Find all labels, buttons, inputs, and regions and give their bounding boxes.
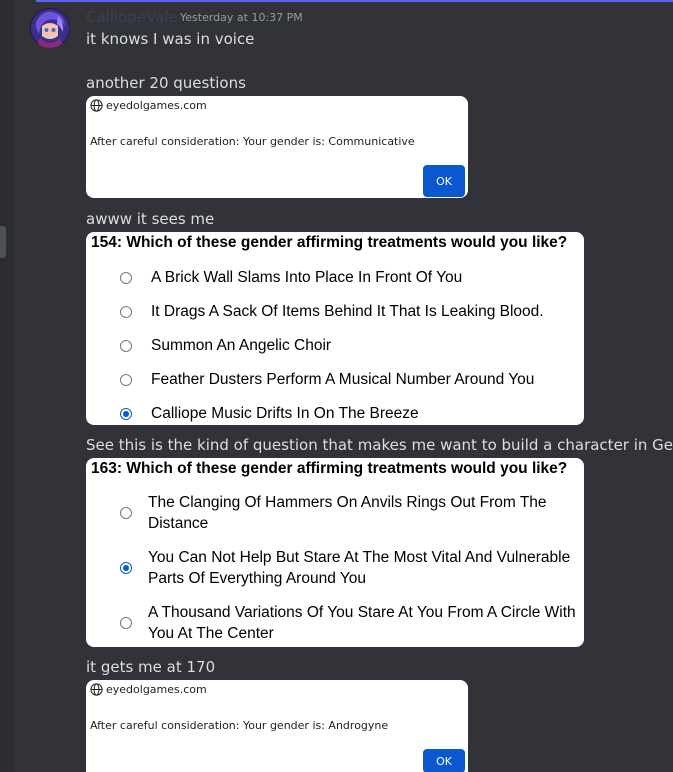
radio-button[interactable] [120, 617, 132, 629]
quiz-option[interactable]: The Clanging Of Hammers On Anvils Rings … [120, 492, 568, 534]
quiz-image[interactable]: 163: Which of these gender affirming tre… [86, 458, 584, 647]
quiz-option-label: Feather Dusters Perform A Musical Number… [151, 371, 535, 388]
radio-button-selected[interactable] [120, 562, 132, 574]
server-sidebar-edge [0, 0, 14, 772]
quiz-option-label: Calliope Music Drifts In On The Breeze [151, 405, 419, 422]
quiz-option-label: Summon An Angelic Choir [151, 337, 332, 354]
avatar[interactable] [30, 8, 70, 48]
alert-dialog-image[interactable]: eyedolgames.com After careful considerat… [86, 96, 468, 198]
dialog-result-text: After careful consideration: Your gender… [90, 719, 389, 732]
message-text: awww it sees me [86, 210, 215, 228]
quiz-option-label: A Thousand Variations Of You Stare At Yo… [148, 604, 576, 642]
quiz-option-label: The Clanging Of Hammers On Anvils Rings … [148, 494, 547, 532]
quiz-option[interactable]: Calliope Music Drifts In On The Breeze [120, 403, 419, 424]
avatar-image [30, 8, 70, 48]
globe-icon [90, 683, 103, 696]
globe-icon [90, 99, 103, 112]
message-text: another 20 questions [86, 74, 246, 92]
ok-button[interactable]: OK [423, 165, 465, 197]
quiz-option[interactable]: Feather Dusters Perform A Musical Number… [120, 369, 534, 390]
quiz-image[interactable]: 154: Which of these gender affirming tre… [86, 232, 584, 425]
alert-dialog-image[interactable]: eyedolgames.com After careful considerat… [86, 680, 468, 772]
quiz-option-label: You Can Not Help But Stare At The Most V… [148, 549, 571, 587]
radio-button[interactable] [120, 305, 132, 318]
unread-divider [36, 0, 673, 2]
message-author[interactable]: CalliopeVale [86, 8, 178, 26]
radio-button[interactable] [120, 373, 132, 386]
radio-button-selected[interactable] [120, 407, 132, 420]
quiz-option[interactable]: A Brick Wall Slams Into Place In Front O… [120, 267, 462, 288]
radio-button[interactable] [120, 271, 132, 284]
quiz-option[interactable]: Summon An Angelic Choir [120, 335, 331, 356]
radio-button[interactable] [120, 339, 132, 352]
message-text: it knows I was in voice [86, 30, 255, 48]
quiz-option[interactable]: A Thousand Variations Of You Stare At Yo… [120, 602, 584, 644]
quiz-question: 154: Which of these gender affirming tre… [91, 234, 568, 251]
message-text: it gets me at 170 [86, 658, 216, 676]
scroll-indicator [0, 226, 6, 258]
quiz-option[interactable]: It Drags A Sack Of Items Behind It That … [120, 301, 544, 322]
radio-button[interactable] [120, 507, 132, 519]
quiz-option[interactable]: You Can Not Help But Stare At The Most V… [120, 547, 584, 589]
quiz-option-label: It Drags A Sack Of Items Behind It That … [151, 303, 544, 320]
dialog-result-text: After careful consideration: Your gender… [90, 135, 415, 148]
dialog-site: eyedolgames.com [90, 99, 207, 112]
quiz-question: 163: Which of these gender affirming tre… [91, 460, 568, 477]
message-text: See this is the kind of question that ma… [86, 436, 673, 454]
dialog-site-label: eyedolgames.com [106, 99, 207, 112]
dialog-site-label: eyedolgames.com [106, 683, 207, 696]
dialog-site: eyedolgames.com [90, 683, 207, 696]
quiz-option-label: A Brick Wall Slams Into Place In Front O… [151, 269, 463, 286]
message-timestamp[interactable]: Yesterday at 10:37 PM [180, 11, 303, 25]
ok-button[interactable]: OK [423, 749, 465, 772]
